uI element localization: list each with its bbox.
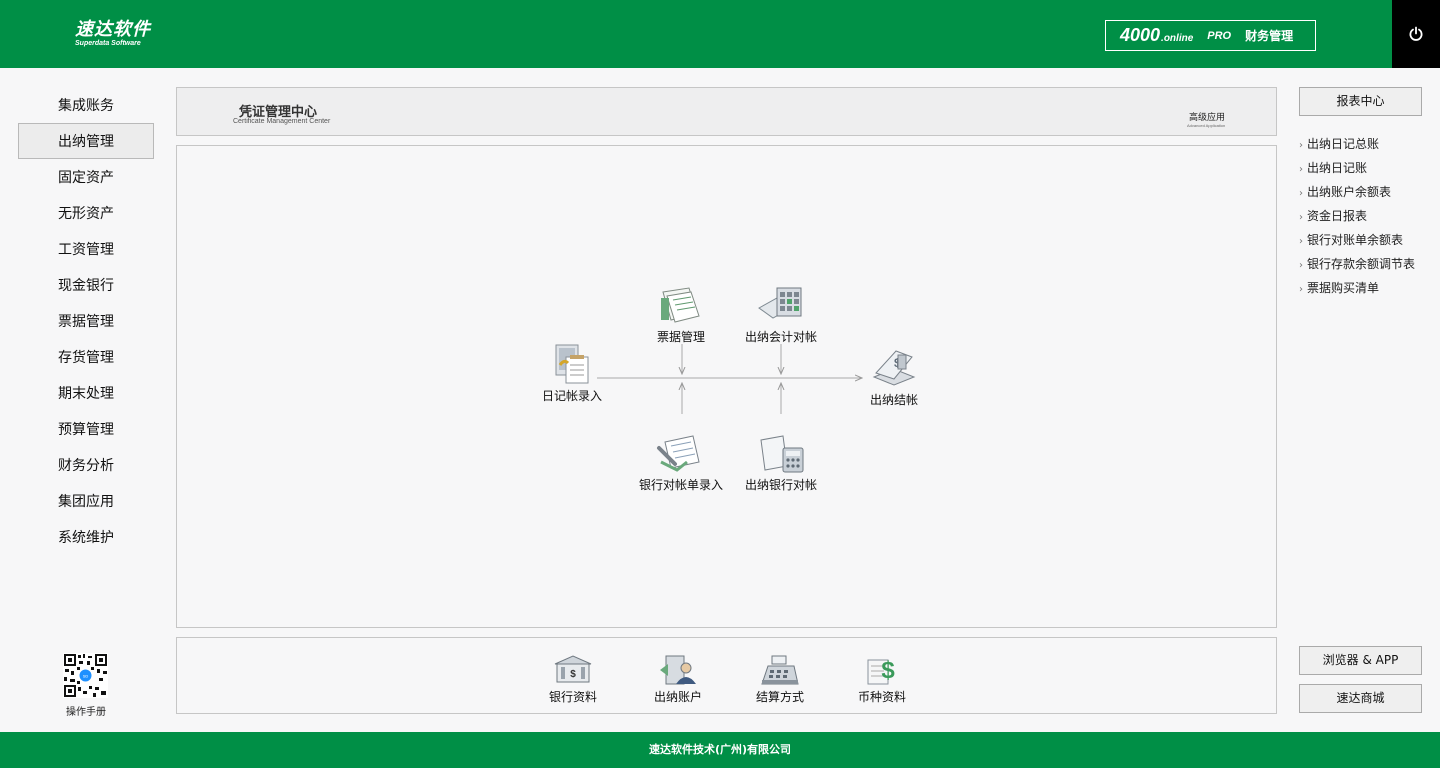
flow-node-journal-entry[interactable]: 日记帐录入 (517, 343, 627, 404)
nav-item-cashier-management[interactable]: 出纳管理 (18, 123, 154, 159)
mall-button[interactable]: 速达商城 (1299, 684, 1422, 713)
svg-text:$: $ (881, 657, 895, 684)
product-name: 财务管理 (1245, 29, 1294, 43)
report-center-button[interactable]: 报表中心 (1299, 87, 1422, 116)
report-link-cashier-journal-ledger[interactable]: › 出纳日记总账 (1299, 133, 1439, 157)
logo-text-cn: 速达软件 (75, 19, 151, 40)
qr-code-icon[interactable]: SD (63, 653, 108, 698)
report-link-daily-funds[interactable]: › 资金日报表 (1299, 205, 1439, 229)
currency-icon: $ (867, 657, 895, 685)
nav-item-cash-bank[interactable]: 现金银行 (18, 267, 154, 303)
flow-node-bank-reconcile[interactable]: 出纳银行对帐 (726, 432, 836, 493)
chevron-right-icon: › (1299, 140, 1303, 151)
report-label: 银行存款余额调节表 (1307, 257, 1416, 271)
chevron-right-icon: › (1299, 284, 1303, 295)
cashier-close-icon: $ (872, 350, 916, 386)
report-list: › 出纳日记总账 › 出纳日记账 › 出纳账户余额表 › 资金日报表 › 银行对账单余额表… (1299, 133, 1439, 301)
flow-node-bank-statement-entry[interactable]: 银行对帐单录入 (626, 432, 736, 493)
report-label: 出纳账户余额表 (1307, 185, 1392, 199)
report-link-bank-reconciliation[interactable]: › 银行存款余额调节表 (1299, 253, 1439, 277)
chevron-right-icon: › (1299, 236, 1303, 247)
report-label: 银行对账单余额表 (1307, 233, 1404, 247)
brand-logo: 速达软件 Superdata Software (75, 19, 151, 48)
bottom-label-bank-info: 银行资料 (548, 690, 597, 704)
flow-label-journal-entry: 日记帐录入 (541, 389, 602, 403)
nav-item-system-maintenance[interactable]: 系统维护 (18, 519, 154, 555)
bill-management-icon (661, 287, 700, 323)
report-label: 资金日报表 (1307, 209, 1368, 223)
bottom-label-currency-info: 币种资料 (857, 690, 906, 704)
nav-item-integrated-accounting[interactable]: 集成账务 (18, 87, 154, 123)
nav-item-payroll[interactable]: 工资管理 (18, 231, 154, 267)
nav-item-period-end[interactable]: 期末处理 (18, 375, 154, 411)
svg-text:SD: SD (83, 674, 89, 679)
flow-node-cashier-reconcile[interactable]: 出纳会计对帐 (726, 284, 836, 345)
panel-title-en: Certificate Management Center (233, 118, 331, 125)
manual-label[interactable]: 操作手册 (50, 703, 122, 718)
bottom-item-settlement-method[interactable]: 结算方式 (735, 654, 825, 705)
chevron-right-icon: › (1299, 260, 1303, 271)
product-badge: 4000 .online PRO 财务管理 (1105, 20, 1316, 51)
browser-app-button[interactable]: 浏览器 & APP (1299, 646, 1422, 675)
bank-statement-icon (657, 435, 700, 472)
report-link-account-balance[interactable]: › 出纳账户余额表 (1299, 181, 1439, 205)
bottom-item-cashier-account[interactable]: 出纳账户 (633, 654, 723, 705)
nav-item-group-application[interactable]: 集团应用 (18, 483, 154, 519)
nav-item-budget[interactable]: 预算管理 (18, 411, 154, 447)
flow-label-bill-management: 票据管理 (656, 330, 705, 344)
svg-text:$: $ (570, 669, 576, 680)
basic-data-panel: $ 银行资料 出纳账户 结算方式 $ 币种资料 (176, 637, 1277, 714)
power-button[interactable] (1392, 0, 1440, 68)
account-user-icon (660, 655, 696, 685)
flow-panel: 日记帐录入 票据管理 出纳会计对帐 $ 出纳结帐 银行对帐单录入 出纳银行对帐 (176, 145, 1277, 628)
report-link-bill-purchase[interactable]: › 票据购买清单 (1299, 277, 1439, 301)
nav-item-bills[interactable]: 票据管理 (18, 303, 154, 339)
flow-node-cashier-close[interactable]: $ 出纳结帐 (839, 347, 949, 408)
bottom-label-settlement-method: 结算方式 (755, 690, 804, 704)
nav-item-fixed-assets[interactable]: 固定资产 (18, 159, 154, 195)
flow-connectors (597, 344, 1278, 414)
chevron-right-icon: › (1299, 188, 1303, 199)
flow-node-bill-management[interactable]: 票据管理 (626, 284, 736, 345)
nav-item-financial-analysis[interactable]: 财务分析 (18, 447, 154, 483)
logo-text-en: Superdata Software (75, 40, 141, 47)
report-label: 出纳日记总账 (1307, 137, 1380, 151)
footer-company: 速达软件技术(广州)有限公司 (0, 732, 1440, 768)
power-icon (1409, 26, 1423, 41)
flow-label-bank-reconcile: 出纳银行对帐 (744, 478, 817, 492)
advanced-application-link[interactable]: 高级应用 (1189, 110, 1225, 123)
product-number: 4000 (1120, 25, 1161, 45)
flow-label-cashier-close: 出纳结帐 (869, 393, 918, 407)
bottom-item-bank-info[interactable]: $ 银行资料 (528, 654, 618, 705)
chevron-right-icon: › (1299, 212, 1303, 223)
report-link-bank-statement-balance[interactable]: › 银行对账单余额表 (1299, 229, 1439, 253)
report-label: 出纳日记账 (1307, 161, 1368, 175)
nav-item-inventory[interactable]: 存货管理 (18, 339, 154, 375)
report-link-cashier-journal[interactable]: › 出纳日记账 (1299, 157, 1439, 181)
product-pro: PRO (1207, 29, 1232, 42)
product-suffix: .online (1161, 33, 1194, 44)
flow-label-cashier-reconcile: 出纳会计对帐 (744, 330, 817, 344)
nav-item-intangible-assets[interactable]: 无形资产 (18, 195, 154, 231)
top-header: 速达软件 Superdata Software 4000 .online PRO… (0, 0, 1440, 68)
bank-reconcile-icon (760, 435, 804, 473)
bottom-item-currency-info[interactable]: $ 币种资料 (837, 654, 927, 705)
flow-label-bank-statement-entry: 银行对帐单录入 (638, 478, 723, 492)
advanced-application-en: Advanced Application (1187, 123, 1226, 128)
title-panel: 凭证管理中心 Certificate Management Center 高级应… (176, 87, 1277, 136)
chevron-right-icon: › (1299, 164, 1303, 175)
report-label: 票据购买清单 (1307, 281, 1380, 295)
bottom-label-cashier-account: 出纳账户 (653, 690, 702, 704)
left-nav: 集成账务 出纳管理 固定资产 无形资产 工资管理 现金银行 票据管理 存货管理 … (18, 87, 154, 555)
cash-register-icon (761, 655, 799, 685)
cashier-reconcile-icon (758, 287, 802, 319)
journal-entry-icon (555, 344, 589, 384)
bank-icon: $ (554, 655, 592, 683)
